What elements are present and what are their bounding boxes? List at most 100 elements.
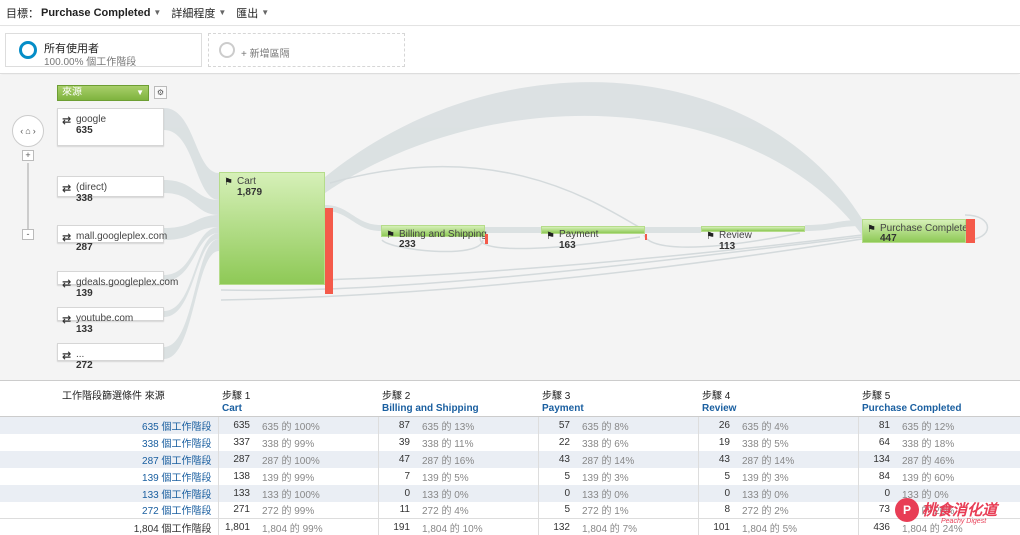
watermark-badge: P xyxy=(895,498,919,522)
export-dropdown[interactable]: 匯出 ▼ xyxy=(236,5,269,21)
step-count: 271 xyxy=(217,501,254,519)
source-node-other[interactable]: ⇄ ... 272 xyxy=(57,343,164,371)
sessions-link[interactable]: 635 個工作階段 xyxy=(58,416,218,434)
step-percent: 139 的 5% xyxy=(414,467,538,485)
chevron-down-icon: ▼ xyxy=(153,8,162,17)
step-percent: 1,804 的 99% xyxy=(254,518,378,535)
flow-billing-payment xyxy=(485,227,541,233)
export-label: 匯出 xyxy=(236,7,259,20)
step-percent: 139 的 99% xyxy=(254,467,378,485)
pan-control[interactable]: ‹ ⌂ › xyxy=(12,115,44,147)
transfer-arrows-icon: ⇄ xyxy=(62,314,71,326)
add-segment-button[interactable]: + 新增區隔 xyxy=(208,33,405,67)
sessions-link[interactable]: 338 個工作階段 xyxy=(58,433,218,451)
step-count: 337 xyxy=(217,433,254,451)
segment-subtitle: 100.00% 個工作階段 xyxy=(44,57,137,68)
sessions-link[interactable]: 139 個工作階段 xyxy=(58,467,218,485)
source-link[interactable]: mall.googleplex.com xyxy=(0,450,58,468)
watermark-logo: P 桃食消化道 Peachy Digest xyxy=(895,498,1015,532)
step-percent: 338 的 11% xyxy=(414,433,538,451)
table-row: (direct)338 個工作階段337338 的 99%39338 的 11%… xyxy=(0,433,1020,451)
step-header-name: Purchase Completed xyxy=(862,403,962,414)
step-count: 1,801 xyxy=(217,518,254,535)
dropoff-bar-payment[interactable] xyxy=(645,234,647,240)
home-icon[interactable]: ⌂ xyxy=(25,126,30,136)
step-percent: 635 的 4% xyxy=(734,416,858,434)
sessions-link[interactable]: 287 個工作階段 xyxy=(58,450,218,468)
transfer-arrows-icon: ⇄ xyxy=(62,183,71,195)
step-percent: 133 的 0% xyxy=(734,484,858,502)
step-header[interactable]: 步驟 2 Billing and Shipping xyxy=(378,381,538,417)
step-header-name: Cart xyxy=(222,403,243,414)
goal-dropdown[interactable]: Purchase Completed ▼ xyxy=(41,7,161,19)
step-count: 1,879 xyxy=(237,187,263,198)
source-node-mall[interactable]: ⇄ mall.googleplex.com 287 xyxy=(57,225,168,253)
step-percent: 272 的 4% xyxy=(414,501,538,519)
flag-icon: ⚑ xyxy=(867,224,876,235)
transfer-arrows-icon: ⇄ xyxy=(62,350,71,362)
arrow-left-icon[interactable]: ‹ xyxy=(20,126,23,136)
gear-icon[interactable]: ⚙ xyxy=(154,86,167,99)
step-node-cart[interactable]: ⚑ Cart 1,879 xyxy=(219,172,325,285)
step-header[interactable]: 步驟 1 Cart xyxy=(218,381,378,417)
step-header[interactable]: 步驟 4 Review xyxy=(698,381,858,417)
transfer-arrows-icon: ⇄ xyxy=(62,278,71,290)
arrow-right-icon[interactable]: › xyxy=(33,126,36,136)
step-node-purchase[interactable]: ⚑ Purchase Completed 447 xyxy=(862,219,973,244)
source-node-youtube[interactable]: ⇄ youtube.com 133 xyxy=(57,307,164,335)
source-count: 133 xyxy=(76,324,93,335)
source-node-gdeals[interactable]: ⇄ gdeals.googleplex.com 139 xyxy=(57,271,178,299)
step-percent: 635 的 13% xyxy=(414,416,538,434)
step-count: 81 xyxy=(857,416,894,434)
step-count: 43 xyxy=(697,450,734,468)
dropoff-bar-cart[interactable] xyxy=(325,208,333,294)
zoom-slider[interactable] xyxy=(27,163,29,233)
flag-icon: ⚑ xyxy=(386,230,395,241)
source-link[interactable]: youtube.com xyxy=(0,484,58,502)
chevron-down-icon: ▼ xyxy=(136,88,144,97)
step-percent: 139 的 3% xyxy=(734,467,858,485)
step-percent: 133 的 100% xyxy=(254,484,378,502)
step-name: Review xyxy=(719,230,752,241)
source-select-label: 來源 xyxy=(62,87,82,98)
step-count: 101 xyxy=(697,518,734,535)
sessions-link[interactable]: 133 個工作階段 xyxy=(58,484,218,502)
step-node-payment[interactable]: ⚑ Payment 163 xyxy=(541,226,645,251)
step-percent: 338 的 5% xyxy=(734,433,858,451)
source-link[interactable]: google xyxy=(0,416,58,434)
step-count: 447 xyxy=(880,233,897,244)
step-count: 47 xyxy=(377,450,414,468)
step-percent: 1,804 的 7% xyxy=(574,518,698,535)
step-header[interactable]: 步驟 5 Purchase Completed xyxy=(858,381,1020,417)
watermark-text: 桃食消化道 xyxy=(922,502,998,519)
sessions-link[interactable]: 272 個工作階段 xyxy=(58,501,218,519)
total-label: 總計 xyxy=(0,518,58,535)
source-link[interactable]: ... xyxy=(0,501,58,519)
source-dimension-select[interactable]: 來源 ▼ xyxy=(57,85,149,101)
zoom-in-button[interactable]: + xyxy=(22,150,34,161)
detail-level-dropdown[interactable]: 詳細程度 ▼ xyxy=(171,5,226,21)
source-node-direct[interactable]: ⇄ (direct) 338 xyxy=(57,176,164,204)
step-header[interactable]: 步驟 3 Payment xyxy=(538,381,698,417)
source-link[interactable]: gdeals.googleplex.com xyxy=(0,467,58,485)
source-count: 272 xyxy=(76,360,93,371)
source-name: (direct) xyxy=(76,182,108,193)
table-row: mall.googleplex.com287 個工作階段287287 的 100… xyxy=(0,450,1020,468)
step-count: 0 xyxy=(537,484,574,502)
step-percent: 338 的 18% xyxy=(894,433,1020,451)
step-count: 436 xyxy=(857,518,894,535)
step-percent: 635 的 8% xyxy=(574,416,698,434)
segment-all-users[interactable]: 所有使用者 100.00% 個工作階段 xyxy=(5,33,202,68)
source-count: 635 xyxy=(76,125,93,136)
step-percent: 635 的 100% xyxy=(254,416,378,434)
source-node-google[interactable]: ⇄ google 635 xyxy=(57,108,164,146)
dropoff-bar-billing[interactable] xyxy=(485,234,488,244)
dropoff-bar-purchase[interactable] xyxy=(966,219,975,243)
step-header-name: Review xyxy=(702,403,737,414)
source-name: mall.googleplex.com xyxy=(76,231,168,242)
zoom-out-button[interactable]: - xyxy=(22,229,34,240)
step-node-review[interactable]: ⚑ Review 113 xyxy=(701,226,805,252)
source-link[interactable]: (direct) xyxy=(0,433,58,451)
step-percent: 635 的 12% xyxy=(894,416,1020,434)
step-node-billing[interactable]: ⚑ Billing and Shipping 233 xyxy=(381,225,487,250)
